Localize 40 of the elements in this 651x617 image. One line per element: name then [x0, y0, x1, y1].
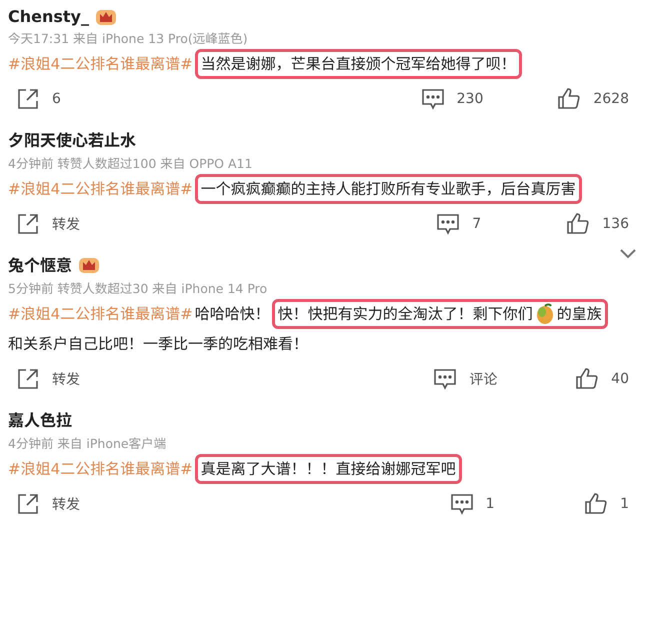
username[interactable]: 兔个惬意: [8, 252, 72, 276]
mango-icon: [534, 303, 555, 325]
username[interactable]: 夕阳天使心若止水: [8, 127, 136, 151]
highlighted-text: 快！快把有实力的全淘汰了！剩下你们 的皇族: [272, 299, 608, 329]
share-icon[interactable]: [16, 367, 40, 391]
comment-label[interactable]: 7: [472, 216, 482, 232]
repost-label[interactable]: 6: [52, 91, 61, 107]
post-meta: 4分钟前 转赞人数超过100 来自 OPPO A11: [8, 155, 254, 172]
post-meta: 今天17:31 来自 iPhone 13 Pro(远峰蓝色): [8, 30, 249, 47]
like-count[interactable]: 40: [611, 371, 629, 387]
comment-label[interactable]: 1: [486, 496, 495, 512]
comment-icon[interactable]: [450, 493, 474, 515]
comment-icon[interactable]: [436, 213, 460, 235]
comment-icon[interactable]: [433, 368, 458, 390]
chevron-down-icon[interactable]: [619, 248, 637, 260]
username[interactable]: Chensty_: [8, 6, 89, 26]
post-meta: 4分钟前 来自 iPhone客户端: [8, 435, 168, 452]
share-icon[interactable]: [16, 87, 40, 111]
comment-label[interactable]: 230: [456, 91, 484, 107]
thumbs-up-icon[interactable]: [584, 492, 608, 516]
username[interactable]: 嘉人色拉: [8, 407, 72, 431]
repost-label[interactable]: 转发: [52, 494, 80, 514]
thumbs-up-icon[interactable]: [575, 367, 600, 391]
highlighted-text: 真是离了大谱！！！直接给谢娜冠军吧: [194, 454, 462, 484]
share-icon[interactable]: [16, 492, 40, 516]
share-icon[interactable]: [16, 212, 40, 236]
like-count[interactable]: 136: [602, 216, 629, 232]
comment-icon[interactable]: [420, 88, 445, 110]
highlighted-text: 当然是谢娜，芒果台直接颁个冠军给她得了呗！: [194, 49, 522, 79]
comment-label[interactable]: 评论: [469, 369, 498, 389]
like-count[interactable]: 2628: [593, 91, 629, 107]
like-count[interactable]: 1: [620, 496, 629, 512]
thumbs-up-icon[interactable]: [566, 212, 590, 236]
post-text: 哈哈哈快！: [194, 305, 270, 323]
post-text: 和关系户自己比吧！一季比一季的吃相难看！: [8, 335, 308, 353]
thumbs-up-icon[interactable]: [557, 87, 582, 111]
highlighted-text: 一个疯疯癫癫的主持人能打败所有专业歌手，后台真厉害: [194, 174, 582, 204]
post-meta: 5分钟前 转赞人数超过30 来自 iPhone 14 Pro: [8, 280, 268, 297]
repost-label[interactable]: 转发: [52, 214, 80, 234]
repost-label[interactable]: 转发: [52, 369, 80, 389]
